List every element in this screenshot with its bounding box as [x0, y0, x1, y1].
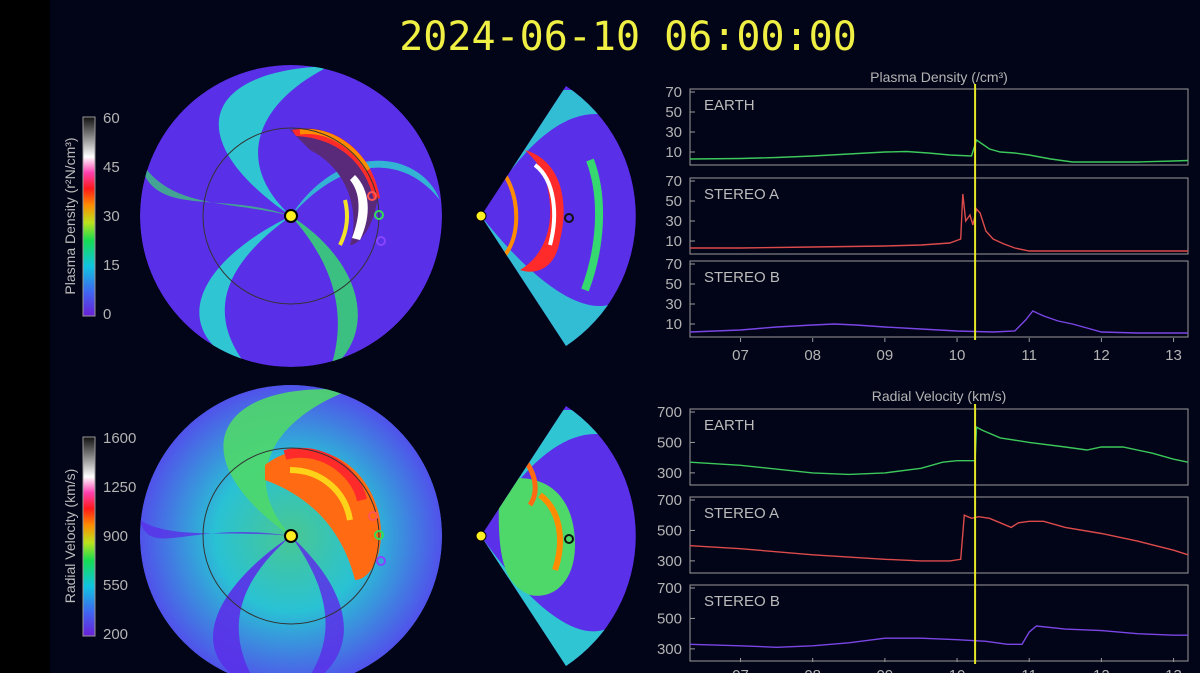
velocity-colorbar-tick: 900 — [103, 528, 128, 545]
timestamp: 2024-06-10 06:00:00 — [399, 14, 857, 60]
x-tick-label: 07 — [732, 667, 749, 673]
y-tick-label: 50 — [665, 104, 682, 121]
enlil-visualization: 2024-06-10 06:00:00 Plasma Density (r²N/… — [0, 0, 1200, 673]
left-border — [0, 0, 50, 673]
density-colorbar-tick: 60 — [103, 110, 120, 127]
y-tick-label: 300 — [657, 465, 682, 482]
sun-marker-wedge-bottom — [475, 530, 487, 542]
series-label: STEREO B — [704, 269, 780, 286]
y-tick-label: 300 — [657, 553, 682, 570]
x-tick-label: 12 — [1093, 667, 1110, 673]
y-tick-label: 30 — [665, 296, 682, 313]
y-tick-label: 10 — [665, 316, 682, 333]
x-tick-label: 13 — [1165, 667, 1182, 673]
x-tick-label: 11 — [1021, 347, 1037, 364]
density-colorbar-label: Plasma Density (r²N/cm³) — [62, 137, 78, 294]
y-tick-label: 500 — [657, 522, 682, 539]
x-tick-label: 08 — [804, 347, 821, 364]
sun-marker-bottom — [284, 529, 298, 543]
series-label: STEREO B — [704, 593, 780, 610]
y-tick-label: 50 — [665, 193, 682, 210]
velocity-colorbar-tick: 1250 — [103, 479, 136, 496]
velocity-colorbar-tick: 200 — [103, 626, 128, 643]
sun-marker-top — [284, 209, 298, 223]
y-tick-label: 500 — [657, 434, 682, 451]
x-tick-label: 12 — [1093, 347, 1110, 364]
x-tick-label: 11 — [1021, 667, 1037, 673]
x-tick-label: 09 — [877, 667, 894, 673]
x-tick-label: 10 — [949, 667, 966, 673]
velocity-colorbar-tick: 1600 — [103, 430, 136, 447]
y-tick-label: 50 — [665, 276, 682, 293]
y-tick-label: 30 — [665, 213, 682, 230]
y-tick-label: 70 — [665, 173, 682, 190]
y-tick-label: 500 — [657, 610, 682, 627]
y-tick-label: 700 — [657, 580, 682, 597]
velocity-colorbar-label: Radial Velocity (km/s) — [62, 469, 78, 604]
chart-title: Radial Velocity (km/s) — [872, 388, 1007, 404]
series-label: STEREO A — [704, 186, 779, 203]
y-tick-label: 700 — [657, 492, 682, 509]
series-label: EARTH — [704, 97, 755, 114]
x-tick-label: 10 — [949, 347, 966, 364]
y-tick-label: 10 — [665, 233, 682, 250]
density-colorbar-tick: 45 — [103, 159, 120, 176]
y-tick-label: 300 — [657, 641, 682, 658]
y-tick-label: 10 — [665, 144, 682, 161]
density-colorbar-tick: 0 — [103, 306, 111, 323]
velocity-colorbar-tick: 550 — [103, 577, 128, 594]
x-tick-label: 09 — [877, 347, 894, 364]
x-tick-label: 07 — [732, 347, 749, 364]
density-colorbar-tick: 15 — [103, 257, 120, 274]
x-tick-label: 13 — [1165, 347, 1182, 364]
sun-marker-wedge-top — [475, 210, 487, 222]
x-tick-label: 08 — [804, 667, 821, 673]
y-tick-label: 30 — [665, 124, 682, 141]
chart-title: Plasma Density (/cm³) — [870, 69, 1008, 85]
density-colorbar-tick: 30 — [103, 208, 120, 225]
y-tick-label: 70 — [665, 84, 682, 101]
series-label: STEREO A — [704, 505, 779, 522]
y-tick-label: 70 — [665, 256, 682, 273]
y-tick-label: 700 — [657, 404, 682, 421]
series-label: EARTH — [704, 417, 755, 434]
